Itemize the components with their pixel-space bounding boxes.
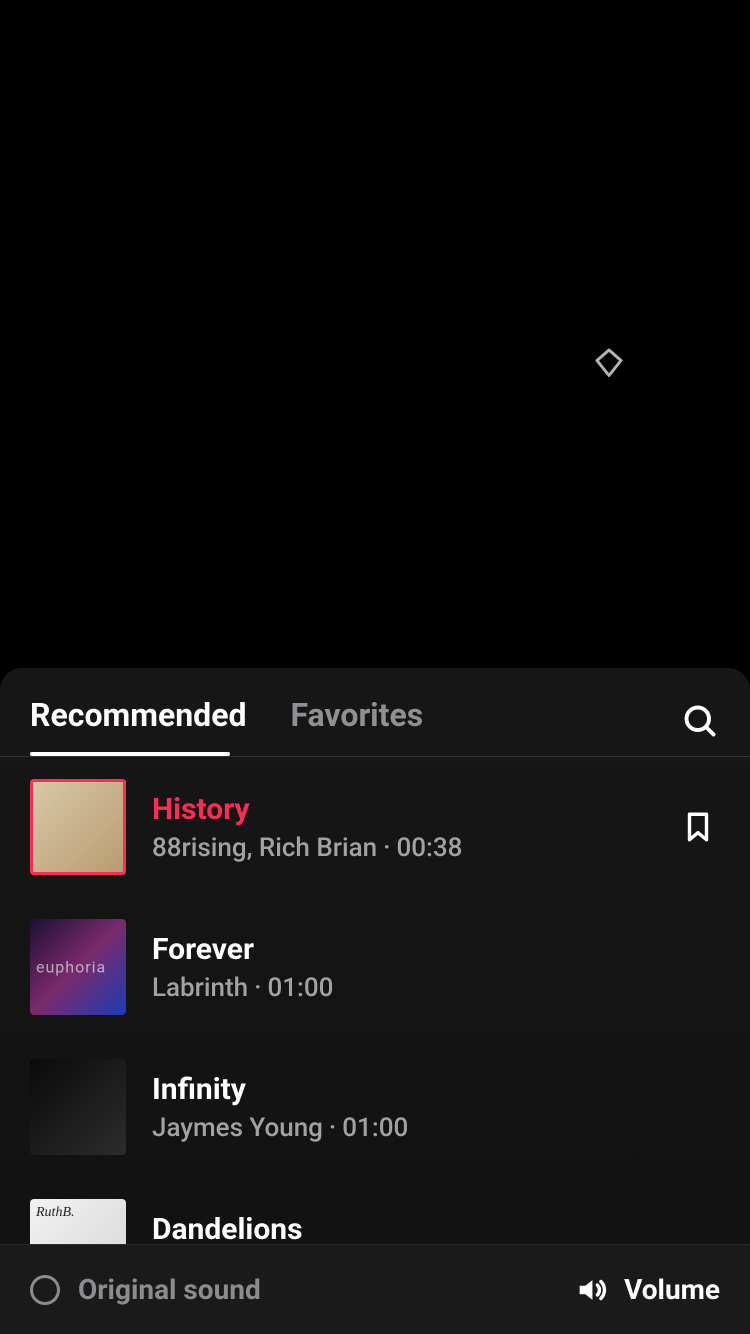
heart-outline-icon bbox=[591, 344, 627, 380]
track-meta: Jaymes Young·01:00 bbox=[152, 1113, 720, 1143]
track-title: History bbox=[152, 792, 650, 827]
track-title: Forever bbox=[152, 932, 720, 967]
track-cover bbox=[30, 1059, 126, 1155]
sound-picker-panel: Recommended Favorites History 88rising, … bbox=[0, 668, 750, 1334]
tab-recommended[interactable]: Recommended bbox=[30, 696, 246, 756]
track-title: Dandelions bbox=[152, 1212, 720, 1247]
tab-favorites[interactable]: Favorites bbox=[290, 696, 423, 756]
track-cover bbox=[30, 919, 126, 1015]
bookmark-button[interactable] bbox=[676, 805, 720, 849]
track-title: Infinity bbox=[152, 1072, 720, 1107]
radio-unchecked-icon bbox=[30, 1275, 60, 1305]
track-row[interactable]: Infinity Jaymes Young·01:00 bbox=[30, 1037, 720, 1177]
track-row[interactable]: Forever Labrinth·01:00 bbox=[30, 897, 720, 1037]
volume-button[interactable]: Volume bbox=[574, 1273, 720, 1307]
track-meta: 88rising, Rich Brian·00:38 bbox=[152, 833, 650, 863]
track-cover bbox=[30, 779, 126, 875]
track-list: History 88rising, Rich Brian·00:38 Forev… bbox=[0, 757, 750, 1317]
track-row[interactable]: History 88rising, Rich Brian·00:38 bbox=[30, 757, 720, 897]
volume-icon bbox=[574, 1273, 608, 1307]
bookmark-icon bbox=[681, 810, 715, 844]
search-button[interactable] bbox=[680, 701, 720, 741]
volume-label: Volume bbox=[624, 1273, 720, 1306]
track-meta: Labrinth·01:00 bbox=[152, 973, 720, 1003]
original-sound-label: Original sound bbox=[78, 1273, 261, 1306]
original-sound-toggle[interactable]: Original sound bbox=[30, 1273, 261, 1306]
bottom-toolbar: Original sound Volume bbox=[0, 1244, 750, 1334]
search-icon bbox=[682, 703, 718, 739]
